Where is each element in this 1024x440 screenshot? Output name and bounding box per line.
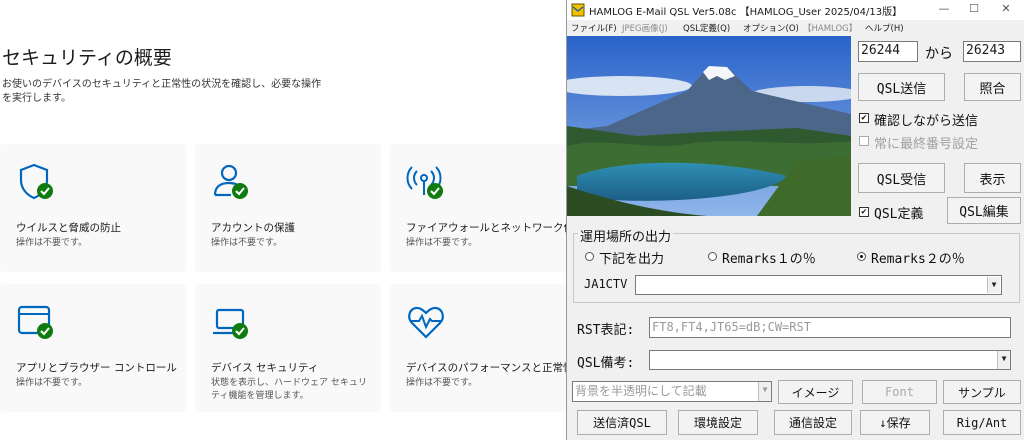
person-check-icon [213, 164, 248, 199]
location-value: JA1CTV [584, 277, 628, 291]
browser-check-icon [17, 305, 53, 339]
chevron-down-icon[interactable]: ▼ [758, 382, 771, 401]
card-app-browser-control[interactable]: アプリとブラウザー コントロール 操作は不要です。 [0, 284, 186, 412]
rst-label: RST表記: [577, 323, 635, 338]
confirm-send-checkbox[interactable]: ✔ [859, 113, 869, 123]
qsl-card-image [567, 36, 851, 216]
menu-hamlog[interactable]: 【HAMLOG】 [803, 22, 857, 34]
card-device-security[interactable]: デバイス セキュリティ 状態を表示し、ハードウェア セキュリティ機能を管理します… [195, 284, 381, 412]
range-from-input[interactable]: 26244 [858, 41, 918, 62]
card-account-protection[interactable]: アカウントの保護 操作は不要です。 [195, 144, 381, 272]
check-button[interactable]: 照合 [964, 73, 1021, 101]
chevron-down-icon[interactable]: ▼ [997, 351, 1010, 369]
hamlog-qsl-window: HAMLOG E-Mail QSL Ver5.08c 【HAMLOG_User … [566, 0, 1024, 440]
card-title: アプリとブラウザー コントロール [16, 362, 177, 374]
qsl-definition-label: QSL定義 [874, 207, 924, 222]
card-status: 操作は不要です。 [211, 238, 283, 248]
radio-output-below-label: 下記を出力 [599, 252, 665, 267]
app-icon [571, 3, 585, 17]
shield-check-icon [19, 163, 53, 200]
font-button[interactable]: Font [862, 380, 937, 404]
card-status: 操作は不要です。 [16, 378, 88, 388]
background-select[interactable]: 背景を半透明にして記載 [572, 381, 772, 402]
confirm-send-label: 確認しながら送信 [874, 114, 979, 129]
rst-input[interactable]: FT8,FT4,JT65=dB;CW=RST [649, 317, 1011, 338]
page-description: お使いのデバイスのセキュリティと正常性の状況を確認し、必要な操作を実行します。 [2, 79, 322, 104]
environment-settings-button[interactable]: 環境設定 [678, 410, 758, 435]
qsl-send-button[interactable]: QSL送信 [858, 73, 945, 101]
last-number-label: 常に最終番号設定 [874, 137, 979, 152]
rig-ant-button[interactable]: Rig/Ant [943, 410, 1021, 435]
card-status: 操作は不要です。 [406, 238, 478, 248]
remarks-label: QSL備考: [577, 356, 635, 371]
menu-file[interactable]: ファイル(F) [571, 22, 617, 34]
card-device-performance[interactable]: デバイスのパフォーマンスと正常性 操作は不要です。 [390, 284, 566, 412]
location-combo[interactable]: ▼ [635, 275, 1002, 295]
save-button[interactable]: ↓保存 [860, 410, 930, 435]
chevron-down-icon[interactable]: ▼ [987, 277, 1000, 293]
group-title: 運用場所の出力 [578, 226, 674, 245]
card-firewall-network[interactable]: ファイアウォールとネットワーク保護 操作は不要です。 [390, 144, 566, 272]
radio-output-below[interactable] [585, 252, 594, 261]
security-overview-panel: セキュリティの概要 お使いのデバイスのセキュリティと正常性の状況を確認し、必要な… [0, 0, 566, 440]
card-status: 操作は不要です。 [406, 378, 478, 388]
qsl-receive-button[interactable]: QSL受信 [858, 163, 945, 193]
sent-qsl-button[interactable]: 送信済QSL [577, 410, 667, 435]
antenna-check-icon [406, 166, 443, 199]
menu-help[interactable]: ヘルプ(H) [865, 22, 904, 34]
heart-pulse-icon [408, 306, 444, 339]
communication-settings-button[interactable]: 通信設定 [774, 410, 852, 435]
radio-remarks2[interactable] [857, 252, 866, 261]
card-virus-protection[interactable]: ウイルスと脅威の防止 操作は不要です。 [0, 144, 186, 272]
card-title: ファイアウォールとネットワーク保護 [406, 222, 566, 234]
window-title: HAMLOG E-Mail QSL Ver5.08c 【HAMLOG_User … [589, 7, 903, 18]
menu-bar: ファイル(F) JPEG画像(J) QSL定義(Q) オプション(O) 【HAM… [567, 20, 1024, 36]
radio-remarks2-label: Remarks２の％ [871, 252, 965, 267]
laptop-check-icon [213, 308, 248, 339]
display-button[interactable]: 表示 [964, 163, 1021, 193]
image-button[interactable]: イメージ [778, 380, 853, 404]
page-title: セキュリティの概要 [2, 47, 172, 69]
qsl-edit-button[interactable]: QSL編集 [947, 197, 1021, 224]
remarks-combo[interactable] [649, 350, 1011, 370]
radio-remarks1-label: Remarks１の％ [722, 252, 816, 267]
menu-options[interactable]: オプション(O) [743, 22, 799, 34]
card-status: 操作は不要です。 [16, 238, 88, 248]
menu-qsl-definition[interactable]: QSL定義(Q) [683, 22, 730, 34]
last-number-checkbox[interactable] [859, 136, 869, 146]
maximize-button[interactable]: ☐ [959, 2, 989, 15]
sample-button[interactable]: サンプル [943, 380, 1021, 404]
title-bar[interactable]: HAMLOG E-Mail QSL Ver5.08c 【HAMLOG_User … [567, 0, 1024, 20]
range-to-input[interactable]: 26243 [963, 41, 1021, 62]
card-status: 状態を表示し、ハードウェア セキュリティ機能を管理します。 [211, 378, 367, 401]
menu-jpeg[interactable]: JPEG画像(J) [622, 22, 668, 34]
card-title: アカウントの保護 [211, 222, 295, 234]
range-separator: から [925, 46, 953, 62]
card-title: デバイスのパフォーマンスと正常性 [406, 362, 566, 374]
qsl-definition-checkbox[interactable]: ✔ [859, 207, 869, 217]
card-title: ウイルスと脅威の防止 [16, 222, 121, 234]
minimize-button[interactable]: — [929, 2, 959, 15]
radio-remarks1[interactable] [708, 252, 717, 261]
card-title: デバイス セキュリティ [211, 362, 319, 374]
close-button[interactable]: ✕ [991, 2, 1021, 15]
